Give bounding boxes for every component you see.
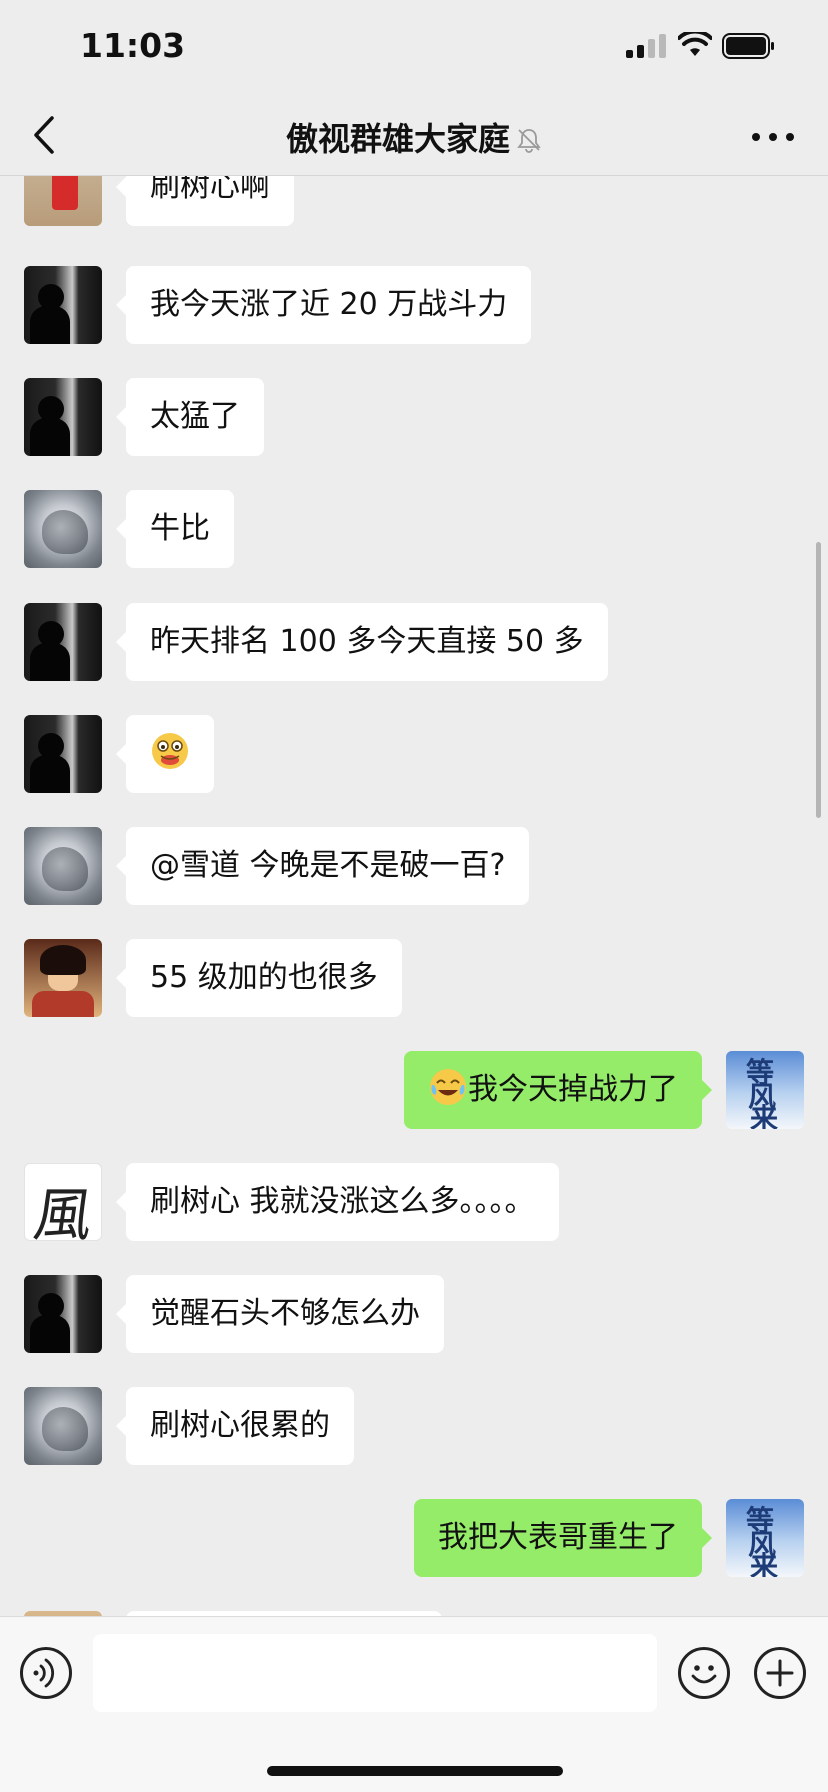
gray-bird-avatar[interactable] bbox=[24, 827, 102, 905]
message-row: 昨天排名 100 多今天直接 50 多 bbox=[0, 603, 828, 683]
message-row bbox=[0, 715, 828, 795]
message-bubble[interactable]: 牛比 bbox=[116, 490, 234, 568]
crying-laughing-emoji-icon bbox=[430, 1069, 466, 1105]
input-bar bbox=[0, 1616, 828, 1792]
add-attachment-icon[interactable] bbox=[754, 1647, 806, 1699]
feng-calligraphy-avatar[interactable]: 風 bbox=[24, 1163, 102, 1241]
red-figure-avatar[interactable] bbox=[24, 176, 102, 226]
cloud-calligraphy-avatar[interactable]: 等 风 来 bbox=[726, 1051, 804, 1129]
chat-title-text: 傲视群雄大家庭 bbox=[285, 120, 510, 158]
muted-bell-icon bbox=[517, 129, 541, 153]
message-bubble[interactable]: 刷树心 我就没涨这么多。。。。 bbox=[116, 1163, 559, 1241]
emoji-picker-icon[interactable] bbox=[678, 1647, 730, 1699]
voice-input-icon[interactable] bbox=[20, 1647, 72, 1699]
message-row: 風 刷树心 我就没涨这么多。。。。 bbox=[0, 1163, 828, 1243]
dark-silhouette-avatar[interactable] bbox=[24, 715, 102, 793]
cellular-signal-icon bbox=[626, 34, 668, 58]
anime-avatar[interactable] bbox=[24, 939, 102, 1017]
message-row: 55 级加的也很多 bbox=[0, 939, 828, 1019]
dark-silhouette-avatar[interactable] bbox=[24, 1275, 102, 1353]
gray-bird-avatar[interactable] bbox=[24, 490, 102, 568]
message-bubble[interactable]: 我今天涨了近 20 万战斗力 bbox=[115, 266, 532, 344]
dark-silhouette-avatar[interactable] bbox=[24, 266, 102, 344]
grimace-emoji-icon bbox=[152, 733, 188, 769]
avatar-char: 来 bbox=[750, 1102, 779, 1129]
avatar-char: 風 bbox=[29, 1181, 98, 1241]
message-text: 我今天掉战力了 bbox=[468, 1072, 678, 1107]
dark-silhouette-avatar[interactable] bbox=[24, 603, 102, 681]
dark-silhouette-avatar[interactable] bbox=[24, 378, 102, 456]
self-message-bubble[interactable]: 我今天掉战力了 bbox=[404, 1051, 712, 1129]
message-row: @雪道 今晚是不是破一百? bbox=[0, 827, 828, 907]
message-bubble[interactable]: @雪道 今晚是不是破一百? bbox=[115, 827, 530, 905]
message-input[interactable] bbox=[93, 1634, 657, 1712]
home-indicator[interactable] bbox=[267, 1766, 563, 1776]
self-message-bubble[interactable]: 我把大表哥重生了 bbox=[414, 1499, 712, 1577]
scroll-indicator[interactable] bbox=[816, 542, 821, 818]
message-bubble[interactable]: 55 级加的也很多 bbox=[116, 939, 402, 1017]
message-row: 牛比 bbox=[0, 490, 828, 570]
message-row: 太猛了 bbox=[0, 378, 828, 458]
avatar-char: 来 bbox=[750, 1550, 779, 1577]
message-bubble[interactable]: 刷树心啊 bbox=[116, 176, 294, 226]
message-row: 刷树心啊 bbox=[0, 176, 828, 228]
message-bubble[interactable]: 太猛了 bbox=[116, 378, 264, 456]
status-time: 11:03 bbox=[80, 26, 186, 65]
message-bubble[interactable]: 刷树心很累的 bbox=[116, 1387, 354, 1465]
chat-header: 傲视群雄大家庭 bbox=[0, 96, 828, 176]
more-options-icon[interactable] bbox=[752, 122, 796, 152]
message-bubble[interactable]: 觉醒石头不够怎么办 bbox=[116, 1275, 444, 1353]
message-row: 刷树心很累的 bbox=[0, 1387, 828, 1467]
message-row: 觉醒石头不够怎么办 bbox=[0, 1275, 828, 1355]
gray-bird-avatar[interactable] bbox=[24, 1387, 102, 1465]
status-bar: 11:03 bbox=[0, 0, 828, 96]
message-row: 我今天涨了近 20 万战斗力 bbox=[0, 266, 828, 346]
emoji-message-bubble[interactable] bbox=[116, 715, 214, 793]
wifi-icon bbox=[678, 32, 712, 56]
message-bubble[interactable]: 昨天排名 100 多今天直接 50 多 bbox=[116, 603, 608, 681]
battery-icon bbox=[722, 33, 774, 59]
message-row-self: 我今天掉战力了 等 风 来 bbox=[0, 1051, 828, 1131]
chat-title: 傲视群雄大家庭 bbox=[0, 114, 828, 160]
cloud-calligraphy-avatar[interactable]: 等 风 来 bbox=[726, 1499, 804, 1577]
message-row-self: 我把大表哥重生了 等 风 来 bbox=[0, 1499, 828, 1579]
chat-message-list[interactable]: 刷树心啊 我今天涨了近 20 万战斗力 太猛了 牛比 昨天排名 100 多今天直… bbox=[0, 176, 828, 1616]
